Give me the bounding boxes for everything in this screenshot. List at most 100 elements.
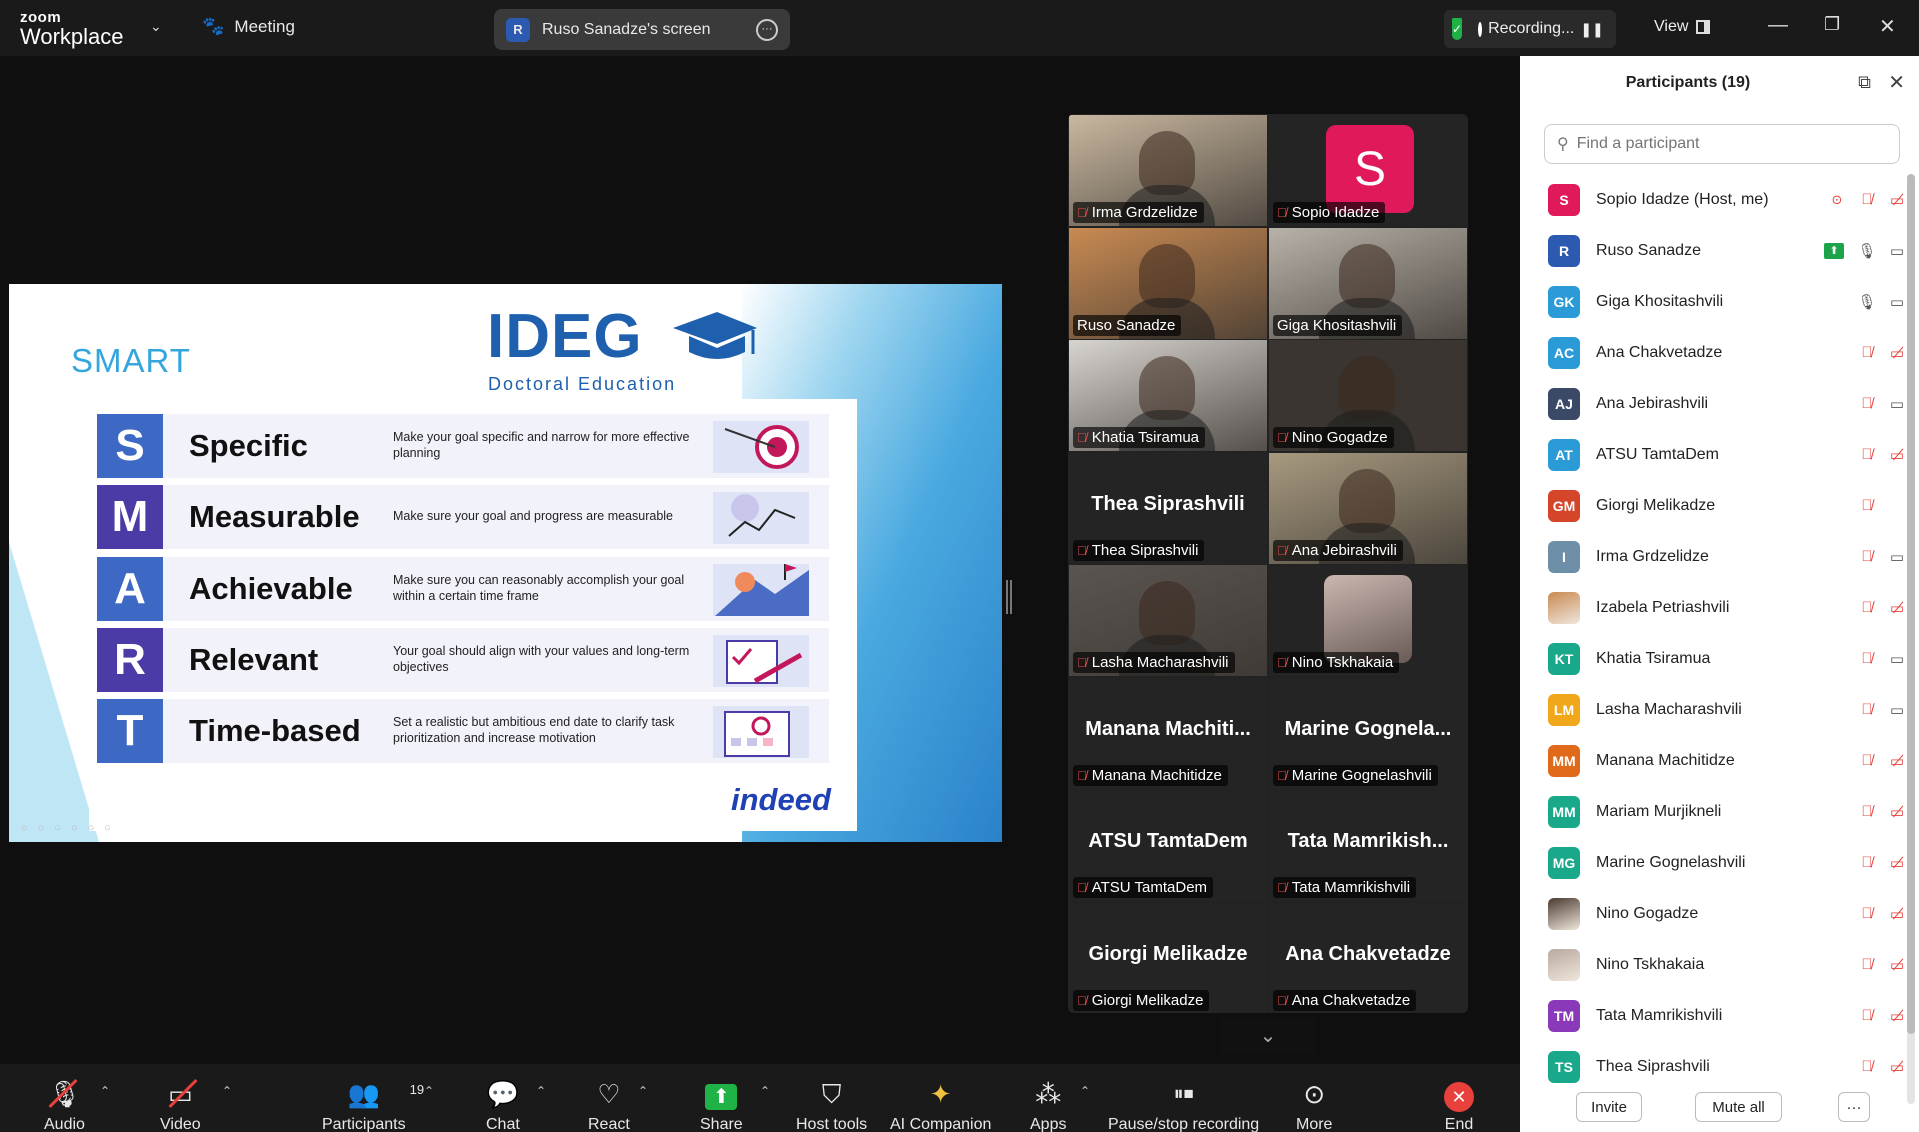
smart-word: Relevant (189, 642, 319, 677)
mic-muted-icon[interactable]: 🎙̸ (1852, 548, 1882, 565)
video-tile[interactable]: Ana Chakvetadze 🎙̸ Ana Chakvetadze (1269, 902, 1467, 1013)
restore-icon[interactable]: ❐ (1824, 14, 1840, 35)
slide-toolbar-icons[interactable]: ○○○○○○ (21, 822, 121, 834)
video-button[interactable]: ▭ Video (160, 1078, 201, 1132)
mic-muted-icon[interactable]: 🎙̸ (1852, 803, 1882, 820)
more-options-icon[interactable]: ··· (756, 18, 778, 41)
mic-muted-icon[interactable]: 🎙̸ (1852, 191, 1882, 208)
audio-button[interactable]: 🎙 Audio (44, 1078, 85, 1132)
share-caret-icon[interactable]: ⌃ (760, 1084, 770, 1098)
participant-row[interactable]: AJ Ana Jebirashvili 🎙̸ ▭ (1520, 378, 1912, 429)
mic-muted-icon[interactable]: 🎙̸ (1852, 854, 1882, 871)
invite-button[interactable]: Invite (1576, 1092, 1642, 1122)
video-tile[interactable]: 🎙̸ Nino Tskhakaia (1269, 565, 1467, 676)
tile-name: Manana Machitidze (1091, 766, 1222, 784)
participant-row[interactable]: LM Lasha Macharashvili 🎙̸ ▭ (1520, 684, 1912, 735)
participant-row[interactable]: AC Ana Chakvetadze 🎙̸ ▭̸ (1520, 327, 1912, 378)
video-caret-icon[interactable]: ⌃ (222, 1084, 232, 1098)
pop-out-icon[interactable]: ⧉ (1858, 72, 1871, 93)
participant-row[interactable]: S Sopio Idadze (Host, me) ⊙ 🎙̸ ▭̸ (1520, 174, 1912, 225)
mic-muted-icon[interactable]: 🎙̸ (1852, 395, 1882, 412)
chat-button[interactable]: 💬 Chat (486, 1078, 520, 1132)
mute-all-button[interactable]: Mute all (1695, 1092, 1782, 1122)
close-panel-icon[interactable]: ✕ (1888, 70, 1905, 95)
close-window-icon[interactable]: ✕ (1879, 14, 1896, 39)
shared-screen-label: Ruso Sanadze's screen (542, 20, 711, 38)
participant-row[interactable]: GK Giga Khositashvili 🎙 ▭ (1520, 276, 1912, 327)
participants-caret-icon[interactable]: ⌃ (424, 1084, 434, 1098)
participant-row[interactable]: KT Khatia Tsiramua 🎙̸ ▭ (1520, 633, 1912, 684)
participant-row[interactable]: AT ATSU TamtaDem 🎙̸ ▭̸ (1520, 429, 1912, 480)
video-tile[interactable]: ATSU TamtaDem 🎙̸ ATSU TamtaDem (1069, 790, 1267, 901)
participant-row[interactable]: R Ruso Sanadze ⬆ 🎙 ▭ (1520, 225, 1912, 276)
video-tile[interactable]: Giorgi Melikadze 🎙̸ Giorgi Melikadze (1069, 902, 1267, 1013)
chat-caret-icon[interactable]: ⌃ (536, 1084, 546, 1098)
participant-row[interactable]: Nino Gogadze 🎙̸ ▭̸ (1520, 888, 1912, 939)
mic-muted-icon[interactable]: 🎙̸ (1852, 599, 1882, 616)
video-tile[interactable]: 🎙̸ Ana Jebirashvili (1269, 452, 1467, 564)
participant-row[interactable]: TS Thea Siprashvili 🎙̸ ▭̸ (1520, 1041, 1912, 1092)
mic-muted-icon[interactable]: 🎙̸ (1852, 1058, 1882, 1075)
host-tools-button[interactable]: ⛉ Host tools (796, 1078, 867, 1132)
mic-muted-icon[interactable]: 🎙̸ (1852, 497, 1882, 514)
more-button[interactable]: ⊙ More (1296, 1078, 1332, 1132)
video-tile[interactable]: 🎙̸ Lasha Macharashvili (1069, 565, 1267, 676)
apps-caret-icon[interactable]: ⌃ (1080, 1084, 1090, 1098)
participant-row[interactable]: GM Giorgi Melikadze 🎙̸ (1520, 480, 1912, 531)
end-button[interactable]: ✕ End (1444, 1078, 1474, 1132)
video-tile[interactable]: Ruso Sanadze (1069, 227, 1267, 339)
video-tile[interactable]: 🎙̸ Irma Grdzelidze (1069, 115, 1267, 226)
chevron-down-icon[interactable]: ⌄ (150, 18, 162, 35)
video-tile[interactable]: 🎙̸ Nino Gogadze (1269, 340, 1467, 451)
microphone-icon[interactable]: 🎙 (1852, 293, 1882, 311)
view-button[interactable]: View (1654, 18, 1711, 36)
video-tile[interactable]: S 🎙̸ Sopio Idadze (1269, 115, 1467, 226)
recording-status[interactable]: ✓ Recording... ❚❚ (1444, 10, 1616, 48)
video-tile[interactable]: Giga Khositashvili (1269, 227, 1467, 339)
pause-icon[interactable]: ❚❚ (1580, 21, 1603, 38)
mic-muted-icon[interactable]: 🎙̸ (1852, 701, 1882, 718)
tile-display-name: Marine Gognela... (1284, 717, 1452, 740)
participant-row[interactable]: Izabela Petriashvili 🎙̸ ▭̸ (1520, 582, 1912, 633)
scroll-thumb[interactable] (1907, 174, 1915, 1034)
participant-search[interactable]: ⚲ (1544, 124, 1900, 164)
tile-name: Irma Grdzelidze (1091, 204, 1198, 221)
audio-caret-icon[interactable]: ⌃ (100, 1084, 110, 1098)
gallery-scroll-down-icon[interactable]: ⌄ (1220, 1018, 1316, 1054)
participant-scrollbar[interactable] (1907, 174, 1915, 1104)
video-tile[interactable]: Tata Mamrikish... 🎙̸ Tata Mamrikishvili (1269, 790, 1467, 901)
mic-muted-icon[interactable]: 🎙̸ (1852, 956, 1882, 973)
participants-button[interactable]: 👥 19 Participants (322, 1078, 424, 1132)
video-tile[interactable]: Marine Gognela... 🎙̸ Marine Gognelashvili (1269, 677, 1467, 789)
video-tile[interactable]: Thea Siprashvili 🎙̸ Thea Siprashvili (1069, 452, 1267, 564)
apps-button[interactable]: ⁂ Apps (1030, 1078, 1066, 1132)
participant-row[interactable]: MM Manana Machitidze 🎙̸ ▭̸ (1520, 735, 1912, 786)
mic-muted-icon[interactable]: 🎙̸ (1852, 752, 1882, 769)
microphone-icon[interactable]: 🎙 (1852, 242, 1882, 260)
mic-muted-icon[interactable]: 🎙̸ (1852, 446, 1882, 463)
share-button[interactable]: ⬆ Share (700, 1078, 743, 1132)
minimize-icon[interactable]: — (1768, 14, 1788, 37)
ai-companion-button[interactable]: ✦ AI Companion (890, 1078, 991, 1132)
react-caret-icon[interactable]: ⌃ (638, 1084, 648, 1098)
video-tile[interactable]: 🎙̸ Khatia Tsiramua (1069, 340, 1267, 451)
mic-muted-icon[interactable]: 🎙̸ (1852, 1007, 1882, 1024)
resize-handle[interactable] (1006, 580, 1012, 614)
mic-muted-icon[interactable]: 🎙̸ (1852, 905, 1882, 922)
more-options-button[interactable]: ··· (1838, 1092, 1870, 1122)
search-input[interactable] (1576, 135, 1877, 153)
participant-name: Mariam Murjikneli (1596, 802, 1722, 820)
mic-muted-icon[interactable]: 🎙̸ (1852, 344, 1882, 361)
participant-row[interactable]: Nino Tskhakaia 🎙̸ ▭̸ (1520, 939, 1912, 990)
video-tile[interactable]: Manana Machiti... 🎙̸ Manana Machitidze (1069, 677, 1267, 789)
participant-row[interactable]: I Irma Grdzelidze 🎙̸ ▭ (1520, 531, 1912, 582)
participant-row[interactable]: TM Tata Mamrikishvili 🎙̸ ▭̸ (1520, 990, 1912, 1041)
mic-muted-icon[interactable]: 🎙̸ (1852, 650, 1882, 667)
react-button[interactable]: ♡ React (588, 1078, 630, 1132)
meeting-button[interactable]: 🐾 Meeting (202, 16, 295, 37)
zoom-logo[interactable]: zoom Workplace (20, 10, 124, 48)
participant-row[interactable]: MG Marine Gognelashvili 🎙̸ ▭̸ (1520, 837, 1912, 888)
pause-stop-recording-button[interactable]: ⏸⏹ Pause/stop recording (1108, 1078, 1259, 1132)
shared-screen-pill[interactable]: R Ruso Sanadze's screen ··· (494, 9, 790, 50)
participant-row[interactable]: MM Mariam Murjikneli 🎙̸ ▭̸ (1520, 786, 1912, 837)
